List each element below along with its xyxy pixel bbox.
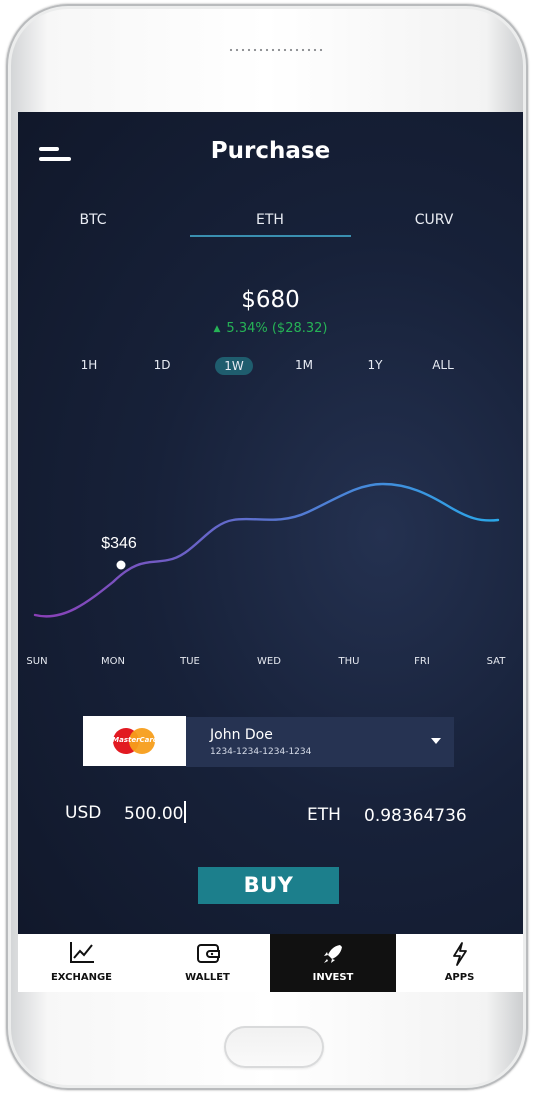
lightning-icon	[452, 942, 467, 966]
range-1d[interactable]: 1D	[142, 358, 182, 372]
app-screen: Purchase BTC ETH CURV $680 ▲ 5.34% ($28.3…	[18, 112, 523, 992]
price-chart: $346	[33, 392, 500, 682]
usd-amount-value: 500.00	[124, 804, 184, 824]
wallet-icon	[196, 944, 220, 963]
card-number: 1234-1234-1234-1234	[210, 747, 312, 757]
up-arrow-icon: ▲	[213, 324, 221, 334]
bottom-nav: EXCHANGE WALLET INVEST APPS	[18, 934, 523, 992]
x-tick-wed: WED	[257, 656, 281, 667]
nav-label-invest: INVEST	[312, 972, 354, 983]
buy-button[interactable]: BUY	[198, 867, 339, 904]
usd-label: USD	[65, 803, 102, 823]
chart-icon	[69, 942, 94, 963]
highlight-point[interactable]	[116, 560, 126, 570]
chevron-down-icon[interactable]	[431, 738, 441, 744]
rocket-icon	[324, 945, 342, 963]
nav-label-wallet: WALLET	[185, 972, 230, 983]
price-change: ▲ 5.34% ($28.32)	[18, 321, 523, 336]
x-tick-sun: SUN	[26, 656, 48, 667]
home-button[interactable]	[224, 1026, 324, 1068]
tab-curv[interactable]: CURV	[409, 212, 459, 228]
nav-label-apps: APPS	[444, 972, 475, 983]
highlight-label: $346	[101, 535, 137, 552]
current-price: $680	[241, 287, 300, 313]
x-tick-tue: TUE	[180, 656, 200, 667]
nav-apps[interactable]: APPS	[396, 934, 523, 992]
tab-btc[interactable]: BTC	[68, 212, 118, 228]
range-all[interactable]: ALL	[423, 358, 463, 372]
payment-card-select[interactable]: John Doe 1234-1234-1234-1234	[186, 717, 454, 767]
range-1m[interactable]: 1M	[284, 358, 324, 372]
nav-invest[interactable]: INVEST	[270, 934, 396, 992]
nav-label-exchange: EXCHANGE	[50, 972, 113, 983]
cardholder-name: John Doe	[210, 727, 273, 743]
speaker-grille	[228, 48, 324, 52]
active-tab-indicator	[190, 235, 351, 237]
x-tick-mon: MON	[101, 656, 125, 667]
eth-amount: 0.98364736	[364, 806, 467, 826]
usd-amount-input[interactable]: 500.00	[124, 801, 187, 825]
x-tick-sat: SAT	[486, 656, 506, 667]
eth-label: ETH	[307, 805, 341, 825]
price-change-text: 5.34% ($28.32)	[226, 321, 328, 336]
x-tick-thu: THU	[338, 656, 360, 667]
tab-eth[interactable]: ETH	[245, 212, 295, 228]
range-1h[interactable]: 1H	[69, 358, 109, 372]
range-1w[interactable]: 1W	[215, 357, 253, 375]
mastercard-logo: MasterCard	[83, 716, 186, 766]
nav-wallet[interactable]: WALLET	[145, 934, 270, 992]
nav-exchange[interactable]: EXCHANGE	[18, 934, 145, 992]
x-tick-fri: FRI	[414, 656, 430, 667]
range-1y[interactable]: 1Y	[355, 358, 395, 372]
page-title: Purchase	[210, 138, 331, 164]
